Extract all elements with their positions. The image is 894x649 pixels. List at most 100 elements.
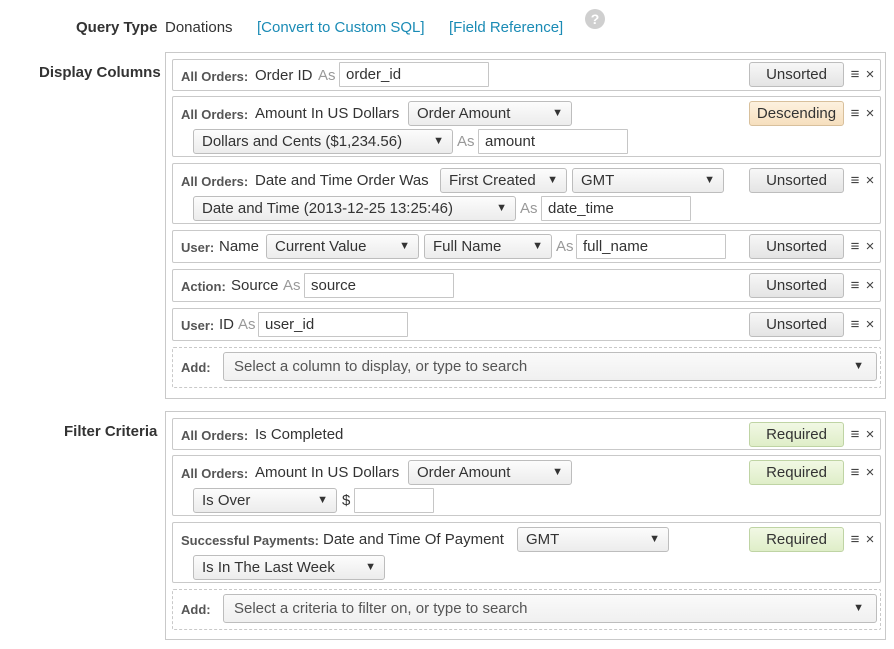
drag-handle-icon[interactable]: ≡ <box>849 234 861 259</box>
alias-input[interactable]: user_id <box>258 312 408 337</box>
format-select[interactable]: Date and Time (2013-12-25 13:25:46) ▼ <box>193 196 516 221</box>
remove-icon[interactable]: × <box>864 168 876 193</box>
sort-button[interactable]: Unsorted <box>749 273 844 298</box>
sort-button[interactable]: Unsorted <box>749 234 844 259</box>
remove-icon[interactable]: × <box>864 422 876 447</box>
remove-icon[interactable]: × <box>864 62 876 87</box>
drag-handle-icon[interactable]: ≡ <box>849 62 861 87</box>
chevron-down-icon: ▼ <box>649 533 660 545</box>
timezone-select[interactable]: GMT ▼ <box>572 168 724 193</box>
chevron-down-icon: ▼ <box>853 360 864 372</box>
date-variant-select[interactable]: First Created ▼ <box>440 168 567 193</box>
display-row-order-id: All Orders: Order ID As order_id Unsorte… <box>172 59 881 91</box>
remove-icon[interactable]: × <box>864 234 876 259</box>
query-type-value: Donations <box>165 19 233 36</box>
remove-icon[interactable]: × <box>864 273 876 298</box>
row-field-name: Order ID <box>255 67 313 84</box>
chevron-down-icon: ▼ <box>704 174 715 186</box>
display-row-amount: All Orders: Amount In US Dollars Order A… <box>172 96 881 157</box>
alias-input[interactable]: amount <box>478 129 628 154</box>
operator-select[interactable]: Is In The Last Week ▼ <box>193 555 385 580</box>
sort-button[interactable]: Unsorted <box>749 168 844 193</box>
chevron-down-icon: ▼ <box>552 466 563 478</box>
remove-icon[interactable]: × <box>864 312 876 337</box>
display-row-user-name: User: Name Current Value ▼ Full Name ▼ As … <box>172 230 881 263</box>
add-label: Add: <box>181 602 211 617</box>
sort-button[interactable]: Unsorted <box>749 62 844 87</box>
display-columns-panel: All Orders: Order ID As order_id Unsorte… <box>165 52 886 399</box>
required-button[interactable]: Required <box>749 422 844 447</box>
row-field-name: Source <box>231 277 279 294</box>
value-variant-select[interactable]: Current Value ▼ <box>266 234 419 259</box>
display-row-source: Action: Source As source Unsorted ≡ × <box>172 269 881 302</box>
add-filter-select[interactable]: Select a criteria to filter on, or type … <box>223 594 877 623</box>
filter-row-is-completed: All Orders: Is Completed Required ≡ × <box>172 418 881 450</box>
row-field-name: ID <box>219 316 234 333</box>
alias-input[interactable]: date_time <box>541 196 691 221</box>
as-label: As <box>238 316 256 333</box>
row-field-name: Is Completed <box>255 426 344 443</box>
sort-button[interactable]: Unsorted <box>749 312 844 337</box>
chevron-down-icon: ▼ <box>365 561 376 573</box>
filter-row-amount: All Orders: Amount In US Dollars Order A… <box>172 455 881 516</box>
row-field-name: Amount In US Dollars <box>255 464 400 481</box>
display-row-user-id: User: ID As user_id Unsorted ≡ × <box>172 308 881 341</box>
alias-input[interactable]: source <box>304 273 454 298</box>
remove-icon[interactable]: × <box>864 460 876 485</box>
name-format-select[interactable]: Full Name ▼ <box>424 234 552 259</box>
remove-icon[interactable]: × <box>864 101 876 126</box>
row-prefix: All Orders: <box>181 174 249 189</box>
timezone-select[interactable]: GMT ▼ <box>517 527 669 552</box>
row-prefix: All Orders: <box>181 69 249 84</box>
required-button[interactable]: Required <box>749 460 844 485</box>
format-select[interactable]: Dollars and Cents ($1,234.56) ▼ <box>193 129 453 154</box>
drag-handle-icon[interactable]: ≡ <box>849 273 861 298</box>
drag-handle-icon[interactable]: ≡ <box>849 460 861 485</box>
drag-handle-icon[interactable]: ≡ <box>849 101 861 126</box>
row-prefix: All Orders: <box>181 466 249 481</box>
chevron-down-icon: ▼ <box>547 174 558 186</box>
filter-criteria-panel: All Orders: Is Completed Required ≡ × Al… <box>165 411 886 640</box>
help-icon[interactable]: ? <box>585 9 605 29</box>
chevron-down-icon: ▼ <box>433 135 444 147</box>
drag-handle-icon[interactable]: ≡ <box>849 527 861 552</box>
add-label: Add: <box>181 360 211 375</box>
row-field-name: Date and Time Of Payment <box>323 531 504 548</box>
row-field-name: Name <box>219 238 260 255</box>
chevron-down-icon: ▼ <box>317 494 328 506</box>
sort-button[interactable]: Descending <box>749 101 844 126</box>
aggregation-select[interactable]: Order Amount ▼ <box>408 101 572 126</box>
amount-value-input[interactable] <box>354 488 434 513</box>
drag-handle-icon[interactable]: ≡ <box>849 168 861 193</box>
required-button[interactable]: Required <box>749 527 844 552</box>
display-row-date-time: All Orders: Date and Time Order Was Firs… <box>172 163 881 224</box>
chevron-down-icon: ▼ <box>496 202 507 214</box>
row-field-name: Amount In US Dollars <box>255 105 400 122</box>
filter-criteria-label: Filter Criteria <box>64 423 158 440</box>
operator-select[interactable]: Is Over ▼ <box>193 488 337 513</box>
row-prefix: All Orders: <box>181 107 249 122</box>
aggregation-select[interactable]: Order Amount ▼ <box>408 460 572 485</box>
remove-icon[interactable]: × <box>864 527 876 552</box>
as-label: As <box>283 277 301 294</box>
alias-input[interactable]: full_name <box>576 234 726 259</box>
convert-to-sql-link[interactable]: [Convert to Custom SQL] <box>257 19 425 36</box>
alias-input[interactable]: order_id <box>339 62 489 87</box>
row-prefix: All Orders: <box>181 428 249 443</box>
chevron-down-icon: ▼ <box>399 240 410 252</box>
row-prefix: User: <box>181 318 215 333</box>
as-label: As <box>520 200 538 217</box>
as-label: As <box>318 67 336 84</box>
add-filter-row: Add: Select a criteria to filter on, or … <box>172 589 881 630</box>
drag-handle-icon[interactable]: ≡ <box>849 312 861 337</box>
chevron-down-icon: ▼ <box>552 107 563 119</box>
field-reference-link[interactable]: [Field Reference] <box>449 19 563 36</box>
chevron-down-icon: ▼ <box>532 240 543 252</box>
drag-handle-icon[interactable]: ≡ <box>849 422 861 447</box>
display-columns-label: Display Columns <box>39 64 161 81</box>
currency-label: $ <box>342 492 351 509</box>
row-field-name: Date and Time Order Was <box>255 172 429 189</box>
row-prefix: Successful Payments: <box>181 533 320 548</box>
add-column-select[interactable]: Select a column to display, or type to s… <box>223 352 877 381</box>
as-label: As <box>556 238 574 255</box>
